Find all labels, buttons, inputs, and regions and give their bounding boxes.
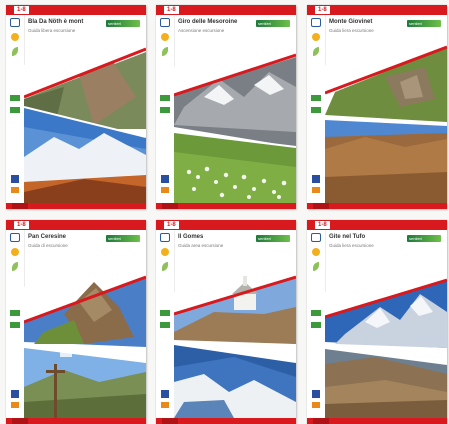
green-marker-icon (311, 95, 321, 101)
info-icon (311, 233, 321, 242)
orange-marker-icon (161, 402, 169, 408)
guide-number: 1-8 (315, 221, 330, 229)
info-icon (160, 233, 170, 242)
card-sidebar (307, 15, 326, 203)
info-icon (10, 233, 20, 242)
cover-photo (174, 252, 296, 418)
orange-marker-icon (312, 187, 320, 193)
brand-logo: sentieri (106, 235, 140, 242)
card-bottom-tab (12, 203, 28, 209)
green-marker-icon (10, 107, 20, 113)
cover-photo (24, 37, 146, 203)
brand-logo: sentieri (407, 235, 441, 242)
flag-icon (312, 390, 320, 398)
guide-number: 1-8 (315, 6, 330, 14)
guide-title: Il Gomes (178, 234, 204, 240)
brand-logo: sentieri (106, 20, 140, 27)
green-marker-icon (160, 322, 170, 328)
guide-title: Giro delle Mesoroine (178, 19, 238, 25)
orange-marker-icon (312, 402, 320, 408)
green-marker-icon (10, 310, 20, 316)
info-icon (160, 18, 170, 27)
leaf-icon (313, 47, 319, 56)
flag-icon (11, 390, 19, 398)
flag-icon (11, 175, 19, 183)
brand-label: sentieri (409, 21, 422, 26)
green-marker-icon (10, 322, 20, 328)
info-icon (10, 18, 20, 27)
card-sidebar (6, 15, 25, 203)
leaf-icon (162, 262, 168, 271)
guide-card-3[interactable]: 1-8 Monte Giovinet Guida liera escursion… (307, 5, 447, 209)
orange-marker-icon (11, 402, 19, 408)
card-bottom-tab (162, 203, 178, 209)
orange-marker-icon (11, 187, 19, 193)
brand-logo: sentieri (407, 20, 441, 27)
leaf-icon (12, 47, 18, 56)
card-sidebar (156, 15, 175, 203)
guide-number: 1-8 (14, 6, 29, 14)
guide-title: Gite nel Tufo (329, 234, 366, 240)
sun-icon (11, 248, 19, 256)
guide-card-6[interactable]: 1-8 Gite nel Tufo Guida liera escursione… (307, 220, 447, 424)
guide-card-1[interactable]: 1-8 Bla Da Nöth è mont Guida libera escu… (6, 5, 146, 209)
sun-icon (161, 33, 169, 41)
guide-subtitle: Guida libera escursione (28, 28, 76, 33)
guide-title: Monte Giovinet (329, 19, 373, 25)
leaf-icon (313, 262, 319, 271)
cover-photo (325, 252, 447, 418)
cover-photo (174, 37, 296, 203)
orange-marker-icon (161, 187, 169, 193)
card-sidebar (156, 230, 175, 418)
green-marker-icon (311, 107, 321, 113)
sun-icon (161, 248, 169, 256)
green-marker-icon (10, 95, 20, 101)
brand-label: sentieri (409, 236, 422, 241)
sun-icon (11, 33, 19, 41)
card-sidebar (6, 230, 25, 418)
guide-title: Pan Ceresine (28, 234, 67, 240)
green-marker-icon (160, 310, 170, 316)
guide-card-5[interactable]: 1-8 Il Gomes Guida area escursione senti… (156, 220, 296, 424)
card-bottom-tab (313, 203, 329, 209)
brand-logo: sentieri (256, 20, 290, 27)
brand-label: sentieri (108, 236, 121, 241)
sun-icon (312, 248, 320, 256)
leaf-icon (162, 47, 168, 56)
guide-number: 1-8 (164, 6, 179, 14)
guide-subtitle: Guida liera escursione (329, 243, 374, 248)
guide-grid: 1-8 Bla Da Nöth è mont Guida libera escu… (0, 0, 449, 424)
guide-number: 1-8 (14, 221, 29, 229)
guide-subtitle: Guida area escursione (178, 243, 224, 248)
guide-number: 1-8 (164, 221, 179, 229)
brand-logo: sentieri (256, 235, 290, 242)
brand-label: sentieri (258, 236, 271, 241)
cover-photo (325, 37, 447, 203)
cover-photo (24, 252, 146, 418)
flag-icon (312, 175, 320, 183)
card-sidebar (307, 230, 326, 418)
sun-icon (312, 33, 320, 41)
brand-label: sentieri (108, 21, 121, 26)
guide-card-2[interactable]: 1-8 Giro delle Mesoroine Ascensione escu… (156, 5, 296, 209)
flag-icon (161, 390, 169, 398)
guide-title: Bla Da Nöth è mont (28, 19, 84, 25)
green-marker-icon (160, 107, 170, 113)
guide-subtitle: Guida di escursione (28, 243, 68, 248)
guide-subtitle: Guida liera escursione (329, 28, 374, 33)
guide-subtitle: Ascensione escursione (178, 28, 225, 33)
flag-icon (161, 175, 169, 183)
green-marker-icon (160, 95, 170, 101)
guide-card-4[interactable]: 1-8 Pan Ceresine Guida di escursione sen… (6, 220, 146, 424)
info-icon (311, 18, 321, 27)
green-marker-icon (311, 310, 321, 316)
green-marker-icon (311, 322, 321, 328)
brand-label: sentieri (258, 21, 271, 26)
leaf-icon (12, 262, 18, 271)
